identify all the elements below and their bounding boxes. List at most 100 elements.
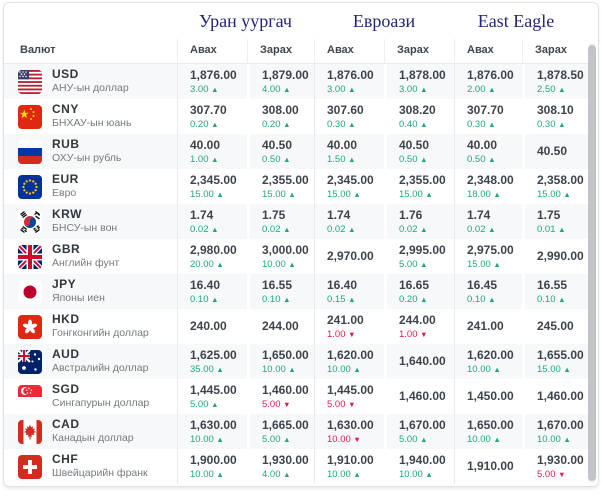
sell-change: 2.50 ▲ [537,84,588,95]
sell-price: 1,930.00 [262,453,314,467]
currency-code: RUB [52,137,121,152]
exchange-title-euroasia[interactable]: Евроази [314,11,454,32]
aud-buy-cell-exchange-1: 1,620.0010.00 ▲ [314,344,384,379]
cad-buy-cell-exchange-1: 1,630.0010.00 ▼ [314,414,384,449]
currency-cell: USDАНУ-ын доллар [4,64,177,99]
arrow-up-icon: ▲ [216,190,223,199]
sell-change: 15.00 ▲ [262,189,314,200]
buy-change: 0.15 ▲ [327,294,384,305]
buy-change: 20.00 ▲ [190,259,247,270]
buy-change: 15.00 ▲ [467,259,522,270]
sell-change: 10.00 ▲ [262,259,314,270]
sell-price: 1,930.00 [537,453,588,467]
chf-buy-cell-exchange-1: 1,910.0010.00 ▲ [314,449,384,484]
buy-change: 10.00 ▲ [467,364,522,375]
arrow-up-icon: ▲ [348,120,355,129]
scrollbar-thumb[interactable] [588,45,596,481]
buy-price: 1.74 [467,208,522,222]
aud-sell-cell-exchange-0: 1,650.0010.00 ▲ [247,344,314,379]
buy-price: 1,450.00 [467,389,522,403]
au-flag-icon [18,350,42,374]
sell-price: 244.00 [399,313,454,327]
eur-buy-cell-exchange-1: 2,345.0015.00 ▲ [314,169,384,204]
cny-sell-cell-exchange-2: 308.100.30 ▲ [522,99,588,134]
sell-change: 5.00 ▼ [262,399,314,410]
arrow-up-icon: ▲ [563,365,570,374]
currency-row-sgd: SGDСингапурын доллар1,445.005.00 ▲1,460.… [4,379,588,414]
exchange-title-east-eagle[interactable]: East Eagle [454,11,578,32]
aud-sell-cell-exchange-1: 1,640.00 [384,344,454,379]
arrow-down-icon: ▼ [348,400,355,409]
buy-change: 1.00 ▼ [327,329,384,340]
buy-change: 0.10 ▲ [190,294,247,305]
sell-change: 5.00 ▲ [399,434,454,445]
buy-price: 307.60 [327,103,384,117]
arrow-up-icon: ▲ [353,190,360,199]
sell-change: 1.00 ▼ [399,329,454,340]
sell-change: 10.00 ▲ [537,434,588,445]
cny-sell-cell-exchange-0: 308.000.20 ▲ [247,99,314,134]
krw-buy-cell-exchange-1: 1.740.02 ▲ [314,204,384,239]
table-header-row: Валют Авах Зарах Авах Зарах Авах Зарах [4,39,588,64]
buy-price: 1,910.00 [467,459,522,473]
sell-price: 2,995.00 [399,243,454,257]
rates-table-body: USDАНУ-ын доллар1,876.003.00 ▲1,879.004.… [4,64,588,484]
cad-sell-cell-exchange-1: 1,670.005.00 ▲ [384,414,454,449]
arrow-up-icon: ▲ [211,225,218,234]
currency-code: CNY [52,102,131,117]
arrow-up-icon: ▲ [216,260,223,269]
arrow-up-icon: ▲ [353,470,360,479]
usd-sell-cell-exchange-2: 1,878.50 2.50 ▲ [522,64,588,99]
eur-buy-cell-exchange-0: 2,345.0015.00 ▲ [177,169,247,204]
buy-header-east-eagle: Авах [454,39,522,64]
arrow-down-icon: ▼ [558,470,565,479]
arrow-up-icon: ▲ [488,120,495,129]
arrow-up-icon: ▲ [420,225,427,234]
rub-sell-cell-exchange-0: 40.500.50 ▲ [247,134,314,169]
currency-code: EUR [52,172,79,187]
exchange-title-uran-uurgach[interactable]: Уран уургач [177,11,314,32]
buy-price: 2,980.00 [190,243,247,257]
currency-row-cad: CADКанадын доллар1,630.0010.00 ▲1,665.00… [4,414,588,449]
buy-price: 40.00 [327,138,384,152]
buy-change: 5.00 ▲ [190,399,247,410]
sell-price: 1,670.00 [537,418,588,432]
sell-price: 1,879.00 [262,68,314,82]
buy-price: 1.74 [190,208,247,222]
gbr-buy-cell-exchange-2: 2,975.0015.00 ▲ [454,239,522,274]
usd-buy-cell-exchange-1: 1,876.003.00 ▲ [314,64,384,99]
buy-change: 18.00 ▲ [467,189,522,200]
sell-change: 5.00 ▲ [262,434,314,445]
currency-cell: HKDГонгконгийн доллар [4,309,177,344]
jpy-sell-cell-exchange-2: 16.550.10 ▲ [522,274,588,309]
currency-code: KRW [52,207,117,222]
chf-sell-cell-exchange-1: 1,940.0010.00 ▲ [384,449,454,484]
currency-row-chf: CHFШвейцарийн франк1,900.0010.00 ▲1,930.… [4,449,588,484]
buy-change: 0.30 ▲ [467,119,522,130]
currency-row-usd: USDАНУ-ын доллар1,876.003.00 ▲1,879.004.… [4,64,588,99]
arrow-up-icon: ▲ [563,190,570,199]
buy-price: 1,650.00 [467,418,522,432]
sell-header-east-eagle: Зарах [522,39,588,64]
sell-price: 1,878.50 [537,68,588,82]
aud-buy-cell-exchange-0: 1,625.0035.00 ▲ [177,344,247,379]
sell-change: 10.00 ▲ [399,469,454,480]
arrow-up-icon: ▲ [348,295,355,304]
currency-cell: KRWБНСУ-ын вон [4,204,177,239]
ch-flag-icon [18,455,42,479]
sell-header-uran-uurgach: Зарах [247,39,314,64]
buy-change: 10.00 ▲ [467,434,522,445]
buy-change: 0.02 ▲ [327,224,384,235]
arrow-up-icon: ▲ [488,295,495,304]
rub-sell-cell-exchange-2: 40.50 [522,134,588,169]
buy-change: 35.00 ▲ [190,364,247,375]
jpy-buy-cell-exchange-2: 16.450.10 ▲ [454,274,522,309]
arrow-down-icon: ▼ [353,435,360,444]
arrow-up-icon: ▲ [211,85,218,94]
rates-widget: Уран уургач Евроази East Eagle Валют Ава… [3,2,599,487]
eur-sell-cell-exchange-1: 2,355.0015.00 ▲ [384,169,454,204]
arrow-up-icon: ▲ [211,120,218,129]
arrow-up-icon: ▲ [348,225,355,234]
usd-sell-cell-exchange-1: 1,878.003.00 ▲ [384,64,454,99]
aud-buy-cell-exchange-2: 1,620.0010.00 ▲ [454,344,522,379]
